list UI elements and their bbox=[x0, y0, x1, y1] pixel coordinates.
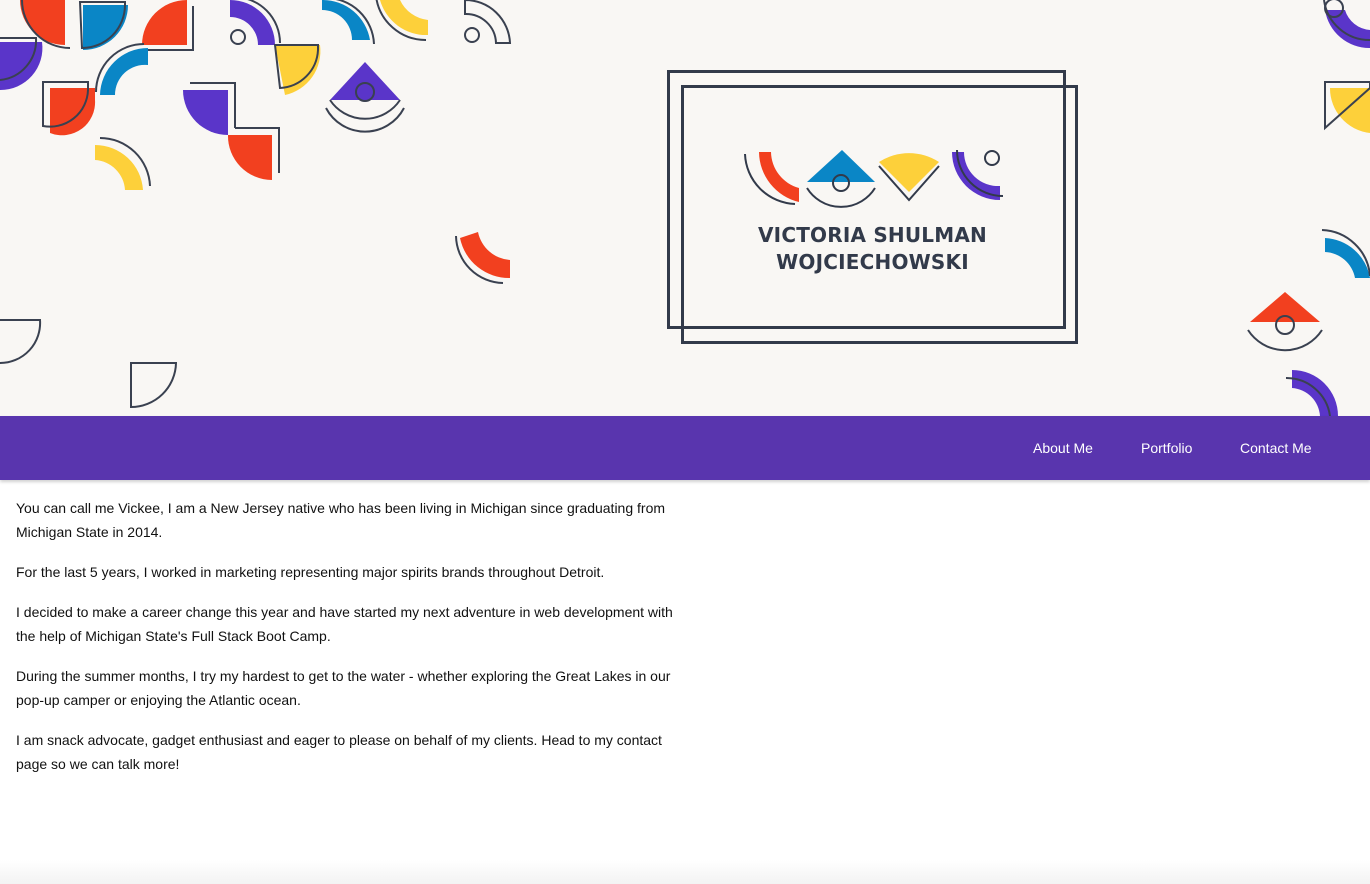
logo-name-line1: VICTORIA SHULMAN bbox=[758, 223, 987, 247]
logo-shapes bbox=[744, 149, 1004, 208]
about-paragraph: During the summer months, I try my harde… bbox=[16, 668, 671, 708]
about-paragraph: I am snack advocate, gadget enthusiast a… bbox=[16, 732, 662, 772]
header-banner: VICTORIA SHULMAN WOJCIECHOWSKI bbox=[0, 0, 1370, 416]
footer bbox=[0, 860, 1370, 884]
logo-name-line2: WOJCIECHOWSKI bbox=[776, 250, 969, 274]
about-paragraph: For the last 5 years, I worked in market… bbox=[16, 564, 605, 580]
navbar: About Me Portfolio Contact Me bbox=[0, 416, 1370, 480]
about-paragraph: I decided to make a career change this y… bbox=[16, 604, 673, 644]
nav-link-about-me[interactable]: About Me bbox=[1033, 440, 1093, 456]
about-section: You can call me Vickee, I am a New Jerse… bbox=[16, 496, 686, 792]
about-paragraph: You can call me Vickee, I am a New Jerse… bbox=[16, 500, 666, 540]
logo: VICTORIA SHULMAN WOJCIECHOWSKI bbox=[667, 70, 1078, 344]
logo-name: VICTORIA SHULMAN WOJCIECHOWSKI bbox=[667, 222, 1078, 276]
nav-link-contact-me[interactable]: Contact Me bbox=[1240, 440, 1312, 456]
logo-frame bbox=[667, 70, 1078, 344]
nav-link-portfolio[interactable]: Portfolio bbox=[1141, 440, 1192, 456]
